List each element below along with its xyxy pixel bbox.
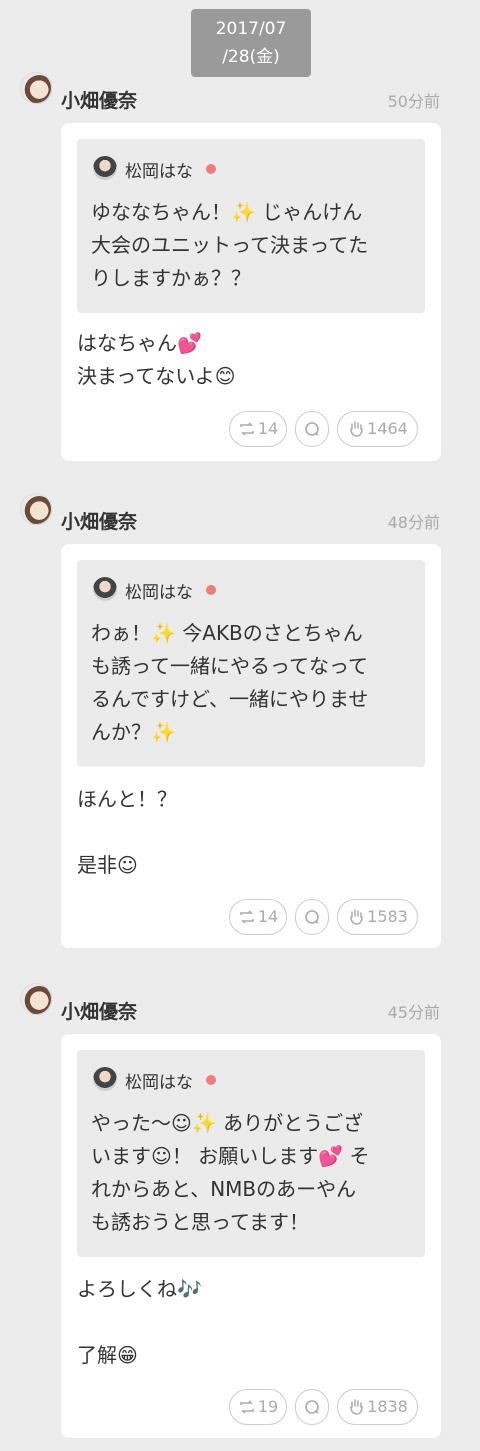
post: 小畑優奈 48分前 松岡はな わぁ！✨ 今AKBのさとちゃん も誘って一緒にやる…: [0, 493, 480, 948]
retweet-count: 19: [257, 1397, 279, 1416]
quote-line: れからあと、NMBのあーやん: [91, 1177, 357, 1201]
avatar[interactable]: [20, 72, 52, 104]
quote-text: やった〜☺✨ ありがとうござ います☺！ お願いします💕 そ れからあと、NMB…: [91, 1107, 421, 1239]
reply-text: ほんと！？ 是非☺: [77, 783, 427, 882]
clap-icon: [350, 909, 363, 925]
action-bar: 19 1838: [229, 1389, 418, 1425]
comment-icon: [305, 1400, 319, 1414]
post: 小畑優奈 50分前 松岡はな ゆななちゃん！✨ じゃんけん 大会のユニットって決…: [0, 72, 480, 461]
author-name[interactable]: 小畑優奈: [61, 86, 137, 113]
reply-line: 了解😁: [77, 1343, 138, 1367]
quote-line: わぁ！✨ 今AKBのさとちゃん: [91, 621, 363, 645]
date-badge: 2017/07 /28(金): [191, 9, 311, 77]
verified-dot-icon: [206, 585, 216, 595]
date-line-1: 2017/07: [215, 19, 287, 39]
quoted-message[interactable]: 松岡はな やった〜☺✨ ありがとうござ います☺！ お願いします💕 そ れからあ…: [77, 1050, 425, 1257]
reply-line: 決まってないよ😊: [77, 364, 236, 388]
retweet-icon: [240, 910, 254, 924]
quote-text: ゆななちゃん！✨ じゃんけん 大会のユニットって決まってた りしますかぁ？？: [91, 196, 421, 295]
action-bar: 14 1583: [229, 899, 418, 935]
clap-icon: [350, 1399, 363, 1415]
quote-avatar: [93, 1067, 117, 1091]
quote-author-name: 松岡はな: [125, 583, 193, 603]
post-header: 小畑優奈 48分前: [0, 493, 480, 537]
post-time: 50分前: [387, 92, 440, 111]
comment-button[interactable]: [295, 411, 329, 447]
reply-line: ほんと！？: [77, 787, 177, 811]
quote-author-name: 松岡はな: [125, 1073, 193, 1093]
action-bar: 14 1464: [229, 411, 418, 447]
reply-line: よろしくね🎶: [77, 1277, 202, 1301]
quoted-message[interactable]: 松岡はな わぁ！✨ 今AKBのさとちゃん も誘って一緒にやるってなって るんです…: [77, 560, 425, 767]
comment-button[interactable]: [295, 1389, 329, 1425]
post-card: 松岡はな やった〜☺✨ ありがとうござ います☺！ お願いします💕 そ れからあ…: [61, 1034, 441, 1438]
clap-icon: [350, 421, 363, 437]
post-header: 小畑優奈 45分前: [0, 983, 480, 1027]
post-header: 小畑優奈 50分前: [0, 72, 480, 116]
reply-line: [77, 1306, 427, 1339]
post-time: 48分前: [387, 513, 440, 532]
reply-line: [77, 816, 427, 849]
quote-line: も誘って一緒にやるってなって: [91, 654, 368, 678]
avatar[interactable]: [20, 493, 52, 525]
comment-icon: [305, 910, 319, 924]
date-line-2: /28(金): [222, 47, 280, 67]
post-card: 松岡はな わぁ！✨ 今AKBのさとちゃん も誘って一緒にやるってなって るんです…: [61, 544, 441, 948]
quoted-message[interactable]: 松岡はな ゆななちゃん！✨ じゃんけん 大会のユニットって決まってた りしますか…: [77, 139, 425, 313]
clap-button[interactable]: 1838: [337, 1389, 418, 1425]
post-time: 45分前: [387, 1003, 440, 1022]
quote-avatar: [93, 577, 117, 601]
quote-line: りしますかぁ？？: [91, 266, 251, 290]
retweet-button[interactable]: 14: [229, 899, 287, 935]
quote-line: も誘おうと思ってます！: [91, 1210, 309, 1234]
quote-text: わぁ！✨ 今AKBのさとちゃん も誘って一緒にやるってなって るんですけど、一緒…: [91, 617, 421, 749]
retweet-button[interactable]: 19: [229, 1389, 287, 1425]
quote-avatar: [93, 156, 117, 180]
reply-line: はなちゃん💕: [77, 331, 202, 355]
quote-line: ゆななちゃん！✨ じゃんけん: [91, 200, 363, 224]
reply-line: 是非☺: [77, 853, 138, 877]
avatar[interactable]: [20, 983, 52, 1015]
retweet-count: 14: [257, 907, 279, 926]
quote-line: んか？✨: [91, 720, 176, 744]
post-card: 松岡はな ゆななちゃん！✨ じゃんけん 大会のユニットって決まってた りしますか…: [61, 123, 441, 461]
post: 小畑優奈 45分前 松岡はな やった〜☺✨ ありがとうござ います☺！ お願いし…: [0, 983, 480, 1438]
retweet-count: 14: [257, 419, 279, 438]
retweet-button[interactable]: 14: [229, 411, 287, 447]
quote-line: います☺！ お願いします💕 そ: [91, 1144, 370, 1168]
quote-line: 大会のユニットって決まってた: [91, 233, 369, 257]
comment-icon: [305, 422, 319, 436]
clap-count: 1583: [367, 907, 408, 926]
quote-author-name: 松岡はな: [125, 162, 193, 182]
reply-text: はなちゃん💕 決まってないよ😊: [77, 327, 427, 393]
author-name[interactable]: 小畑優奈: [61, 997, 137, 1024]
clap-count: 1838: [367, 1397, 408, 1416]
retweet-icon: [240, 422, 254, 436]
reply-text: よろしくね🎶 了解😁: [77, 1273, 427, 1372]
author-name[interactable]: 小畑優奈: [61, 507, 137, 534]
clap-button[interactable]: 1464: [337, 411, 418, 447]
verified-dot-icon: [206, 1075, 216, 1085]
retweet-icon: [240, 1400, 254, 1414]
quote-line: やった〜☺✨ ありがとうござ: [91, 1111, 364, 1135]
clap-button[interactable]: 1583: [337, 899, 418, 935]
clap-count: 1464: [367, 419, 408, 438]
verified-dot-icon: [206, 164, 216, 174]
quote-line: るんですけど、一緒にやりませ: [91, 687, 369, 711]
comment-button[interactable]: [295, 899, 329, 935]
